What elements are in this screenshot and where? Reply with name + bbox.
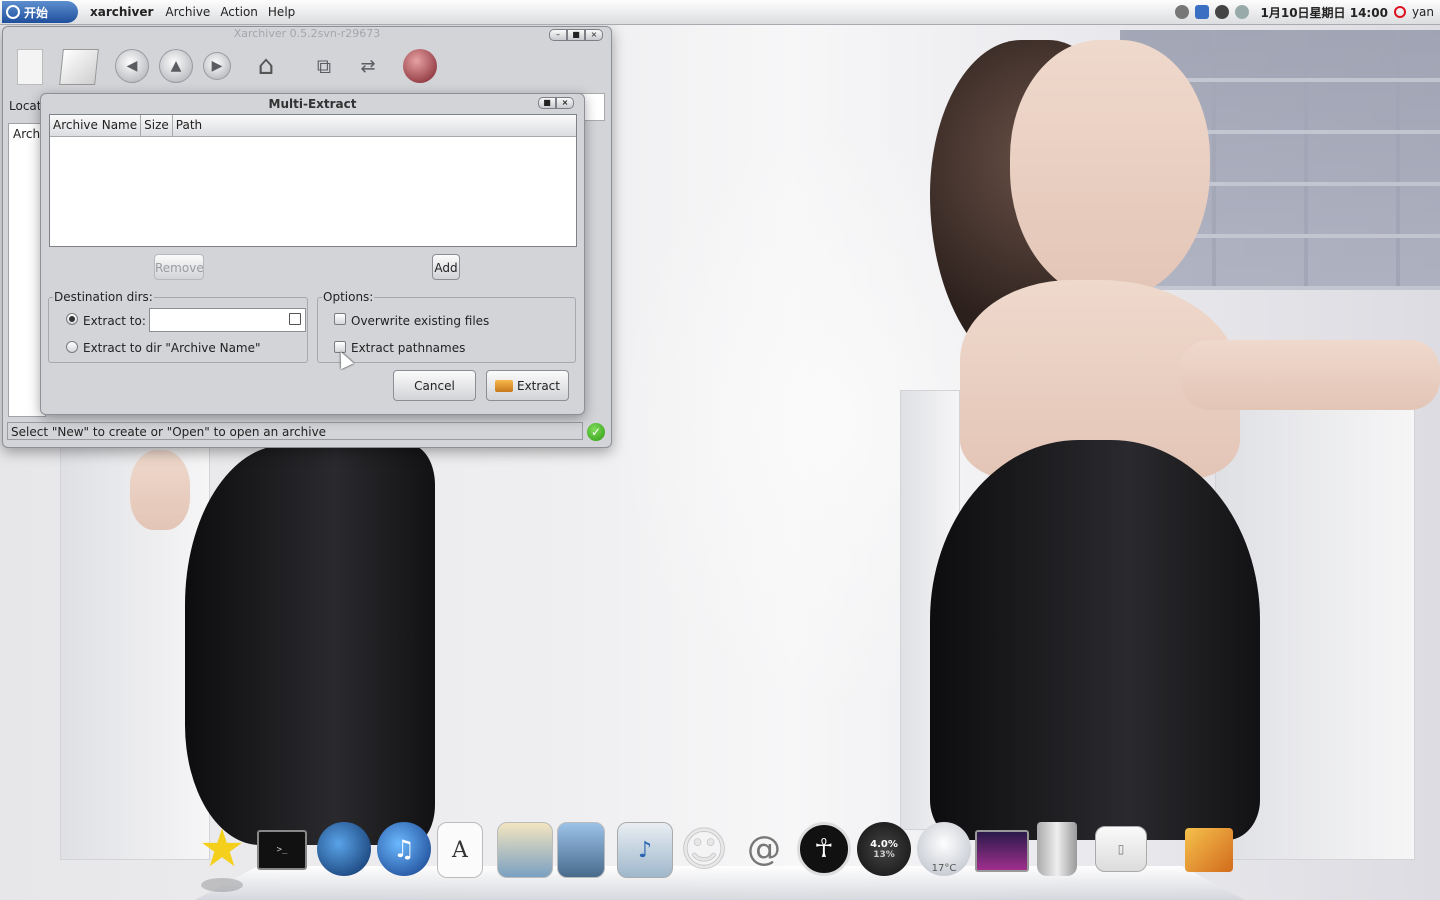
location-label: Locat	[9, 99, 42, 113]
browser-icon[interactable]	[317, 822, 371, 876]
up-icon[interactable]: ▲	[159, 49, 193, 83]
column-archive-name[interactable]: Archive Name	[50, 115, 142, 136]
add-button[interactable]: Add	[432, 254, 460, 280]
extract-box-icon	[495, 380, 513, 392]
weather-icon[interactable]	[1234, 5, 1249, 19]
trash-icon[interactable]	[1037, 822, 1077, 876]
add-button-label: Add	[434, 261, 458, 275]
extract-to-dir-label: Extract to dir "Archive Name"	[83, 341, 261, 355]
window-controls: – ■ ×	[549, 29, 603, 41]
menu-help-label: Help	[267, 5, 296, 19]
cpu-monitor-icon[interactable]: 4.0% 13%	[857, 822, 911, 876]
mail-icon[interactable]: @	[737, 822, 791, 876]
menu-archive-label: Archive	[165, 5, 211, 19]
close-button[interactable]: ×	[585, 29, 603, 41]
dialog-title: Multi-Extract	[268, 97, 357, 111]
new-icon[interactable]	[17, 49, 43, 85]
options-frame: Options: Overwrite existing files Extrac…	[317, 290, 576, 363]
wallpaper-figure-left-arm	[130, 450, 190, 530]
multi-extract-dialog: Multi-Extract ■ × Archive Name Size Path…	[40, 93, 585, 415]
check-icon: ✓	[587, 423, 605, 441]
home-icon[interactable]: ⌂	[249, 49, 283, 83]
extract-button-label: Extract	[517, 379, 560, 393]
weather-temp: 17°C	[931, 863, 957, 874]
shield-icon[interactable]	[1214, 5, 1229, 19]
wallpaper-figure-left	[185, 445, 435, 845]
music-icon[interactable]: ♪	[617, 822, 673, 878]
extract-to-radio[interactable]	[66, 313, 78, 325]
pathnames-label: Extract pathnames	[351, 341, 466, 355]
package-icon[interactable]	[1185, 828, 1233, 872]
menu-action-label: Action	[220, 5, 258, 19]
terminal-icon[interactable]: >_	[257, 830, 307, 870]
weather-dock-icon[interactable]: 17°C	[917, 822, 971, 876]
extract-button[interactable]: Extract	[486, 370, 569, 401]
remove-button[interactable]: Remove	[154, 254, 204, 280]
system-tray: 1月10日星期日 14:00 yan	[1174, 4, 1440, 21]
user-name[interactable]: yan	[1412, 5, 1434, 19]
column-path[interactable]: Path	[173, 115, 576, 136]
main-toolbar: ◀ ▲ ▶ ⌂ ⧉ ⇄	[17, 49, 457, 85]
wallpaper-figure-face	[1010, 40, 1210, 300]
menu-help[interactable]: Help	[268, 5, 295, 19]
dialog-close-button[interactable]: ×	[556, 97, 574, 109]
extract-icon[interactable]: ⇄	[351, 49, 385, 83]
network-icon[interactable]	[1174, 5, 1189, 19]
power-icon[interactable]	[1393, 6, 1406, 18]
remove-button-label: Remove	[155, 261, 204, 275]
window-title: Xarchiver 0.5.2svn-r29673	[233, 27, 381, 40]
add-icon[interactable]: ⧉	[307, 49, 341, 83]
active-app-title: xarchiver	[90, 5, 154, 19]
star-icon[interactable]: ★	[195, 822, 249, 892]
forward-icon[interactable]: ▶	[203, 52, 231, 80]
stop-icon[interactable]	[403, 49, 437, 83]
cancel-button[interactable]: Cancel	[393, 370, 476, 401]
menu-action[interactable]: Action	[220, 5, 258, 19]
top-panel: 开始 xarchiver Archive Action Help 1月10日星期…	[0, 0, 1440, 25]
image-viewer-icon[interactable]	[497, 822, 553, 878]
minimize-button[interactable]: –	[549, 29, 567, 41]
cpu-sub-value: 13%	[873, 849, 895, 860]
extract-to-field[interactable]	[149, 308, 306, 332]
wallpaper-figure-arm	[1180, 340, 1440, 410]
folder-icon[interactable]	[289, 313, 301, 325]
ubuntu-logo-icon	[6, 5, 20, 19]
xarchiver-titlebar[interactable]: Xarchiver 0.5.2svn-r29673 – ■ ×	[3, 27, 611, 43]
cancel-button-label: Cancel	[414, 379, 455, 393]
start-label: 开始	[24, 5, 49, 20]
switch-icon[interactable]: ▯	[1095, 826, 1147, 872]
accessibility-icon[interactable]: ☥	[797, 822, 851, 876]
destination-frame: Destination dirs: Extract to: Extract to…	[48, 290, 308, 363]
maximize-button[interactable]: ■	[567, 29, 585, 41]
photo-icon[interactable]	[557, 822, 605, 878]
open-icon[interactable]	[59, 49, 99, 85]
dialog-maximize-button[interactable]: ■	[538, 97, 556, 109]
destination-label: Destination dirs:	[53, 290, 154, 304]
menu-archive[interactable]: Archive	[165, 5, 210, 19]
extract-to-label: Extract to:	[83, 314, 146, 328]
archive-list-header: Archive Name Size Path	[50, 115, 576, 137]
dialog-titlebar[interactable]: Multi-Extract ■ ×	[41, 94, 584, 112]
wifi-icon[interactable]	[1194, 5, 1209, 19]
screen-icon[interactable]	[975, 830, 1029, 872]
wallpaper-figure-dress	[930, 440, 1260, 840]
overwrite-label: Overwrite existing files	[351, 314, 490, 328]
archive-list[interactable]: Archive Name Size Path	[49, 114, 577, 247]
itunes-icon[interactable]: ♫	[377, 822, 431, 876]
options-label: Options:	[322, 290, 375, 304]
start-menu-button[interactable]: 开始	[2, 1, 78, 23]
dialog-window-controls: ■ ×	[538, 97, 574, 109]
dock: ★ >_ ♫ A ♪ ☺ @ ☥ 4.0% 13% 17°C ▯	[195, 818, 1245, 900]
extract-to-dir-radio[interactable]	[66, 341, 78, 353]
status-bar: Select "New" to create or "Open" to open…	[7, 422, 583, 440]
back-icon[interactable]: ◀	[115, 49, 149, 83]
overwrite-checkbox[interactable]	[334, 313, 346, 325]
text-editor-icon[interactable]: A	[437, 822, 483, 878]
clock[interactable]: 1月10日星期日 14:00	[1261, 4, 1388, 21]
aim-icon[interactable]: ☺	[677, 822, 731, 876]
cpu-value: 4.0%	[870, 838, 898, 850]
column-size[interactable]: Size	[141, 115, 173, 136]
